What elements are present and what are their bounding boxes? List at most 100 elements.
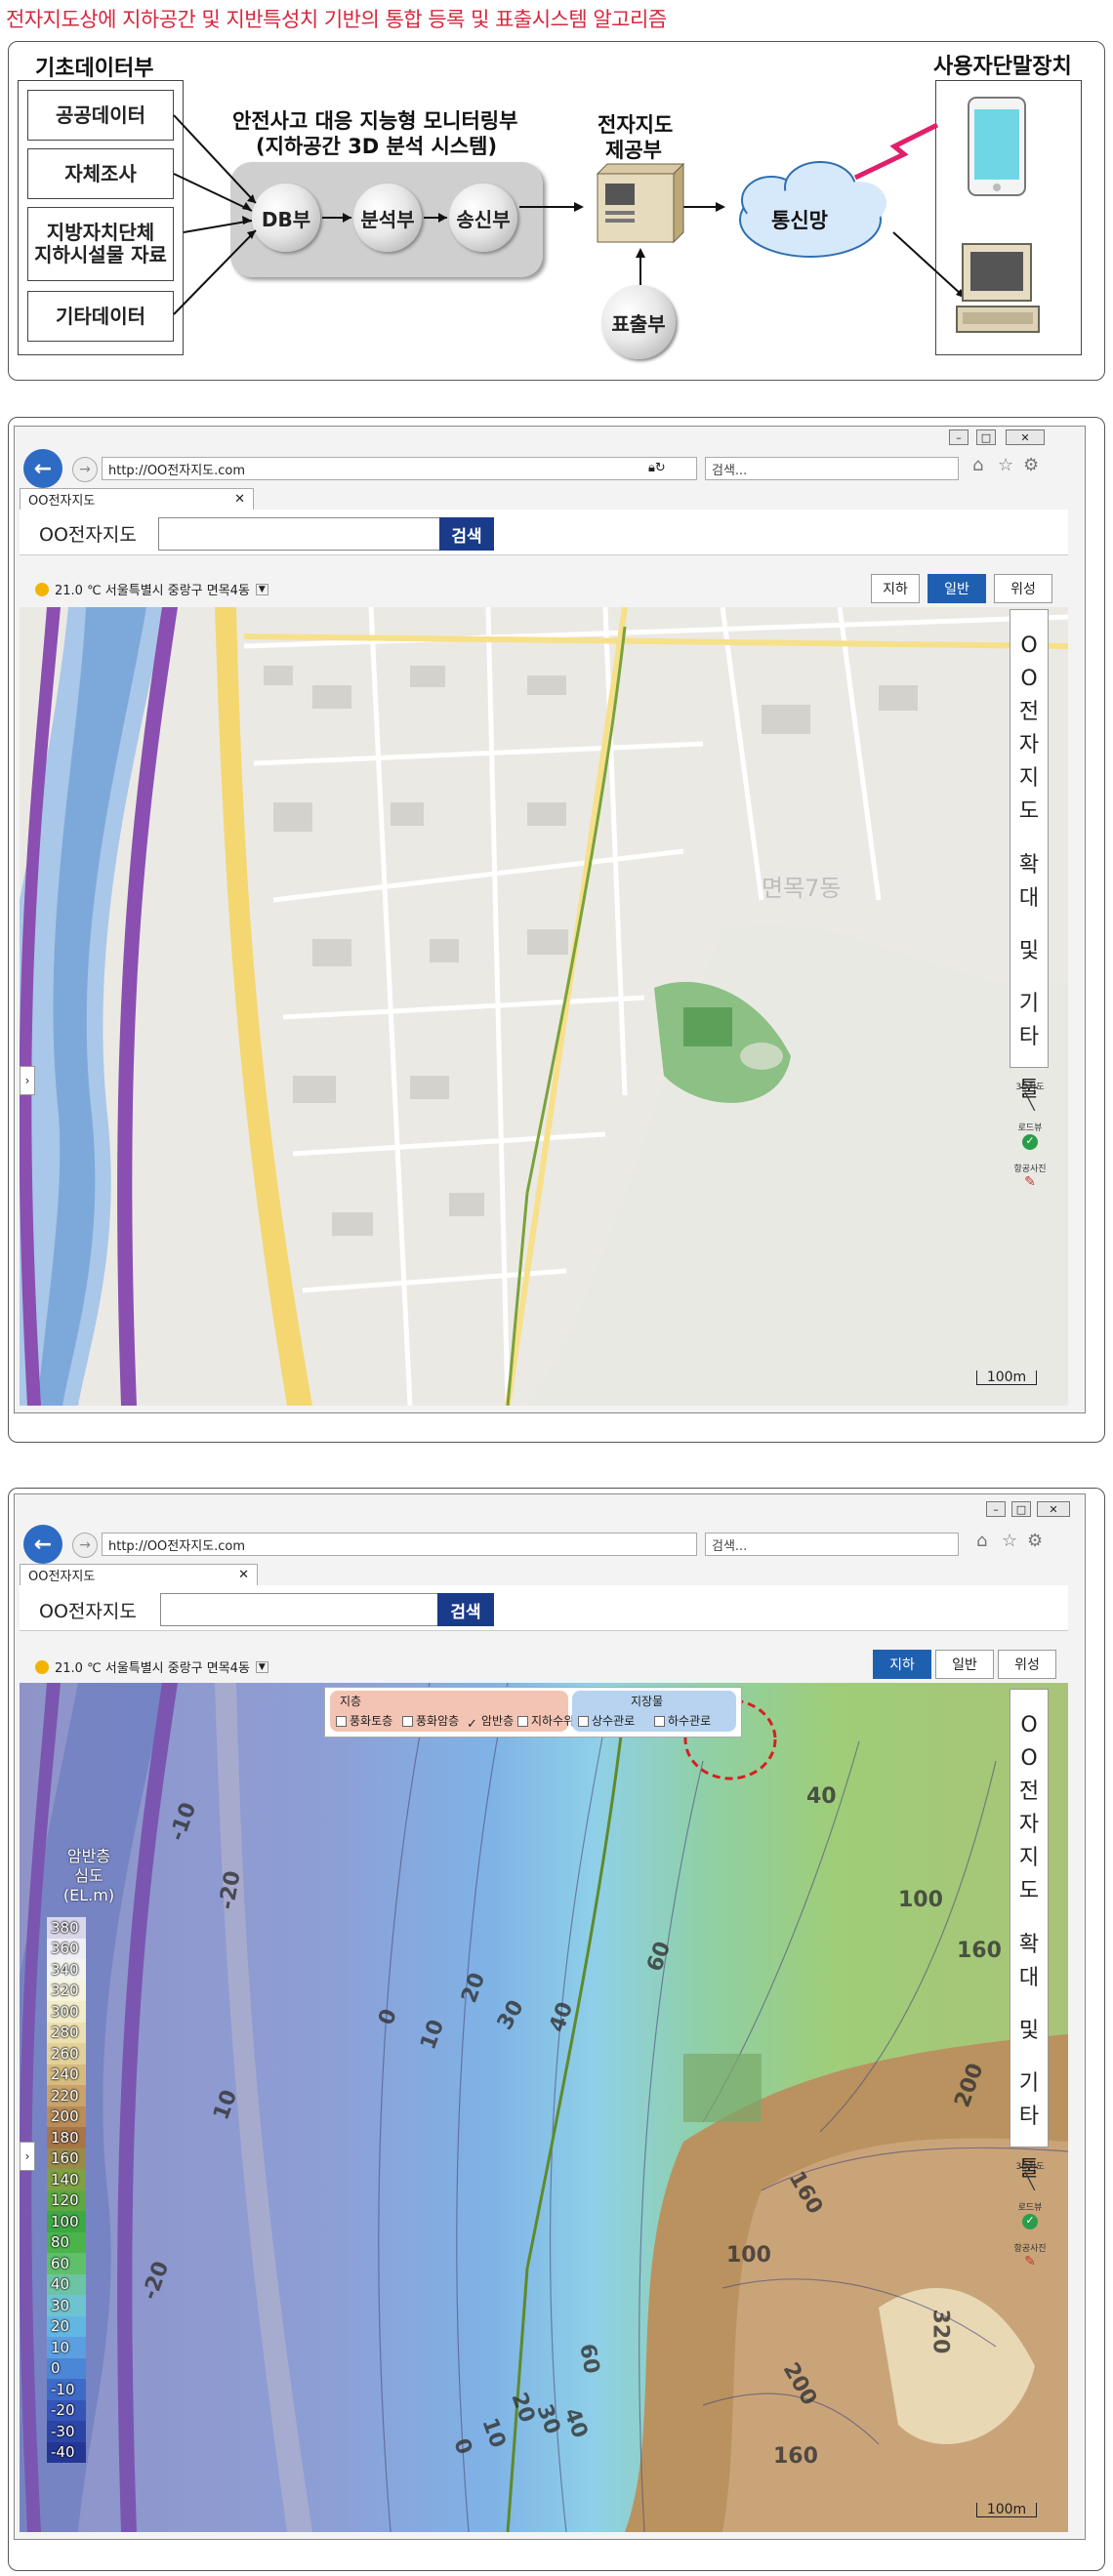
maximize-button-2[interactable]: □ [1011, 1501, 1031, 1517]
minimize-button-2[interactable]: – [986, 1501, 1006, 1517]
depth-legend: 380 360 340 320 300 280 260 240 220 200 180 160 140 1… [47, 1917, 115, 2463]
tool-char-0: O [1020, 1713, 1038, 1738]
favorites-icon-2[interactable]: ☆ [1002, 1531, 1017, 1551]
legend-row: -40 [47, 2441, 115, 2463]
strata-item[interactable]: 풍화토층 [336, 1712, 392, 1729]
map-collapse-handle[interactable]: › [20, 1066, 35, 1095]
legend-row: 120 [47, 2189, 115, 2211]
sun-icon-2 [35, 1659, 49, 1674]
address-bar[interactable]: http://OO전자지도.com [102, 457, 697, 480]
tab-close-icon[interactable]: ✕ [234, 492, 245, 507]
tool-char-5: 도 [1018, 799, 1040, 825]
settings-gear-icon-2[interactable]: ⚙ [1027, 1531, 1043, 1551]
tool-roadview[interactable]: 로드뷰 ✓ [1013, 1121, 1047, 1151]
browser-tab-2[interactable]: OO전자지도 ✕ [20, 1564, 258, 1585]
tab-label: OO전자지도 [28, 494, 96, 509]
browser-search-box[interactable]: 검색... [705, 457, 959, 480]
legend-row: 60 [47, 2253, 115, 2274]
tool-aerial[interactable]: 항공사진 ✎ [1013, 1162, 1047, 1190]
contour-label: 160 [773, 2444, 818, 2469]
favorites-icon[interactable]: ☆ [998, 455, 1013, 475]
mode-satellite-button-2[interactable]: 위성 [998, 1650, 1056, 1679]
browser-search-box-2[interactable]: 검색... [705, 1533, 959, 1556]
tab-close-icon-2[interactable]: ✕ [238, 1568, 249, 1582]
site-brand: OO전자지도 [39, 524, 137, 546]
legend-value: 300 [51, 2002, 79, 2021]
tool-3d-map-label-2: 3D지도 [1015, 2162, 1045, 2172]
strata-item[interactable]: 풍화암층 [402, 1712, 459, 1729]
strata-item-label: 풍화암층 [416, 1714, 460, 1728]
legend-value: 80 [51, 2233, 70, 2252]
tool-char-7: 대 [1018, 1965, 1040, 1990]
map-search-input-2[interactable] [160, 1593, 439, 1626]
checkbox[interactable] [578, 1716, 589, 1727]
home-icon-2[interactable]: ⌂ [976, 1531, 987, 1551]
map-search-input[interactable] [158, 517, 441, 551]
phone-icon [968, 97, 1026, 196]
strata-title: 지층 [340, 1695, 362, 1708]
tool-char-4: 지 [1018, 766, 1040, 792]
tool-char-7: 대 [1018, 885, 1040, 911]
mode-underground-button[interactable]: 지하 [871, 574, 920, 603]
strata-item-checked[interactable]: ✓ 암반층 [467, 1712, 514, 1732]
legend-value: 320 [51, 1982, 79, 2000]
close-window-button-2[interactable]: ✕ [1037, 1501, 1070, 1517]
tool-char-6: 확 [1018, 1932, 1040, 1957]
checkbox[interactable] [336, 1716, 347, 1727]
strata-item[interactable]: 지하수위 [517, 1712, 574, 1729]
checkbox[interactable] [402, 1716, 413, 1727]
map-search-button[interactable]: 검색 [439, 517, 494, 551]
contour-label: 320 [928, 2309, 953, 2354]
sun-icon [35, 582, 49, 596]
map-tools-panel-2: O O 전 자 지 도 확 대 및 기 타 툴 [1010, 1689, 1049, 2182]
legend-row: 20 [47, 2315, 115, 2337]
bedrock-depth-map[interactable]: -10 -20 20 30 10 0 10 40 60 40 100 160 2… [20, 1683, 1068, 2532]
legend-title-line3: (EL.m) [62, 1886, 115, 1904]
checkbox[interactable] [654, 1716, 665, 1727]
browser-tab[interactable]: OO전자지도 ✕ [20, 488, 254, 510]
district-label: 면목7동 [762, 875, 842, 902]
minimize-button[interactable]: – [949, 429, 969, 445]
forward-button[interactable]: → [72, 457, 98, 482]
tool-char-2: 전 [1018, 1779, 1040, 1805]
mode-satellite-button[interactable]: 위성 [994, 574, 1052, 603]
tool-char-5: 도 [1018, 1879, 1040, 1904]
checkbox-checked[interactable]: ✓ [467, 1717, 478, 1732]
legend-row: -30 [47, 2421, 115, 2442]
mode-underground-button-2[interactable]: 지하 [873, 1650, 931, 1679]
legend-row: 10 [47, 2337, 115, 2358]
back-button-2[interactable]: ← [23, 1525, 62, 1564]
location-dropdown-icon-2[interactable]: ▼ [255, 1660, 268, 1673]
mode-general-button-2[interactable]: 일반 [935, 1650, 994, 1679]
street-map[interactable]: 면목7동 › [20, 607, 1068, 1406]
map-collapse-handle-2[interactable]: › [20, 2142, 35, 2171]
checkbox[interactable] [517, 1716, 528, 1727]
tool-roadview-2[interactable]: 로드뷰 ✓ [1013, 2200, 1047, 2230]
back-button[interactable]: ← [23, 449, 62, 488]
scale-bar-2: 100m [976, 2503, 1037, 2517]
maximize-button[interactable]: □ [976, 429, 996, 445]
tool-3d-map-2[interactable]: 3D지도 ╲ [1013, 2159, 1047, 2190]
map-search-button-2[interactable]: 검색 [437, 1593, 494, 1626]
facility-item[interactable]: 상수관로 [578, 1712, 635, 1729]
legend-value: 120 [51, 2191, 79, 2210]
tool-char-10: 타 [1018, 2104, 1040, 2129]
legend-value: 240 [51, 2065, 79, 2084]
tool-aerial-2[interactable]: 항공사진 ✎ [1013, 2241, 1047, 2269]
address-bar-2[interactable]: http://OO전자지도.com [102, 1533, 697, 1556]
legend-row: 220 [47, 2085, 115, 2106]
mode-general-button[interactable]: 일반 [928, 574, 986, 603]
tool-3d-map-icon: ╲ [1025, 1092, 1035, 1111]
tool-3d-map-label: 3D지도 [1015, 1083, 1045, 1092]
legend-title-line1: 암반층 [66, 1847, 111, 1865]
close-window-button[interactable]: ✕ [1006, 429, 1045, 445]
location-dropdown-icon[interactable]: ▼ [255, 583, 268, 595]
forward-button-2[interactable]: → [72, 1533, 98, 1558]
settings-gear-icon[interactable]: ⚙ [1023, 455, 1039, 475]
facility-item[interactable]: 하수관로 [654, 1712, 711, 1729]
tool-3d-map[interactable]: 3D지도 ╲ [1013, 1080, 1047, 1111]
home-icon[interactable]: ⌂ [972, 455, 983, 475]
legend-row: 280 [47, 2022, 115, 2043]
computer-icon [956, 243, 1040, 333]
facility-title: 지장물 [631, 1695, 664, 1708]
